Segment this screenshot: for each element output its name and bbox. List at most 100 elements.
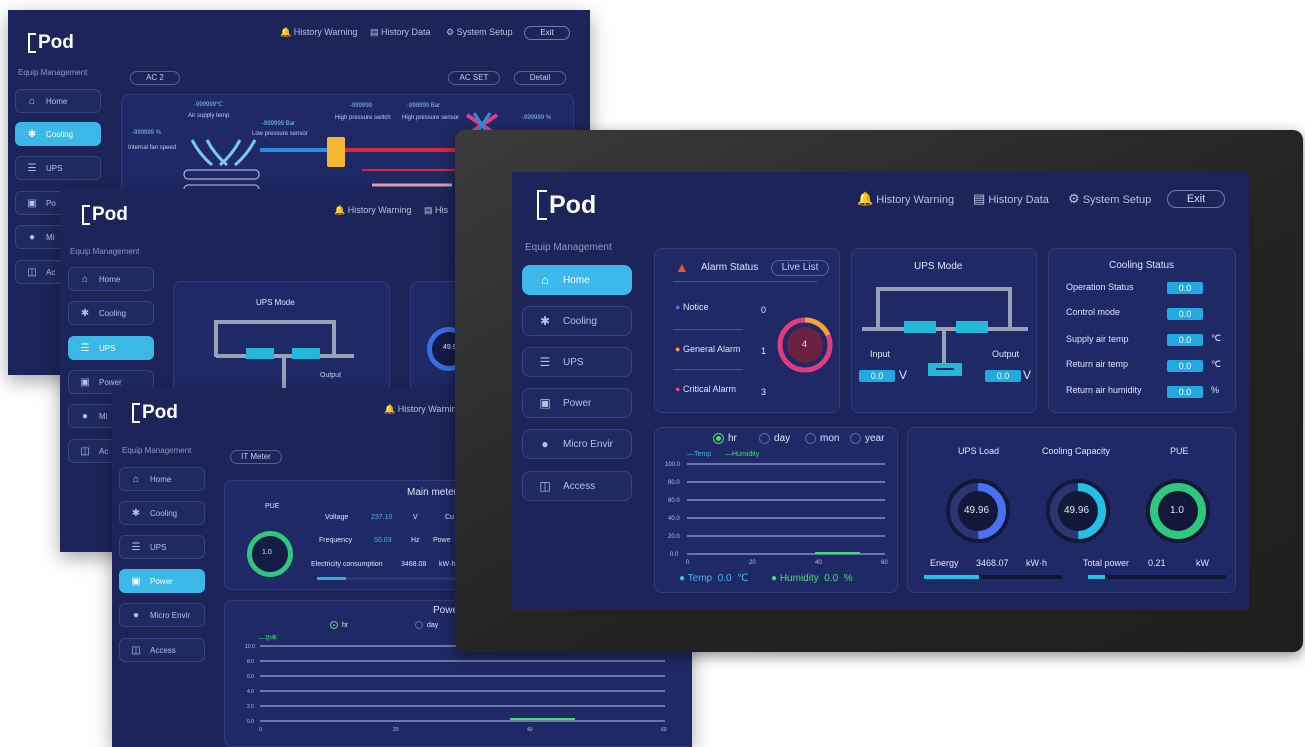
document-icon: ▤: [973, 191, 986, 206]
operation-status-value: 0.0: [1167, 282, 1203, 294]
nav-cooling[interactable]: ✱ Cooling: [522, 306, 632, 336]
equip-management-label: Equip Management: [122, 446, 192, 455]
nav-ups[interactable]: ☰ UPS: [522, 347, 632, 377]
right-sensor-value: -999999 %: [522, 115, 552, 121]
supply-air-temp-label: Supply air temp: [1066, 334, 1129, 344]
air-supply-temp-label: Air supply temp: [188, 113, 230, 119]
power-icon: ▣: [131, 575, 141, 587]
equip-management-label: Equip Management: [18, 68, 88, 77]
divider: [673, 329, 743, 330]
ups-mode-diagram: [214, 320, 354, 392]
detail-button[interactable]: Detail: [514, 71, 566, 85]
tab-ac2[interactable]: AC 2: [130, 71, 180, 85]
trend-panel: hr day mon year —Temp —Humidity 100.0 80…: [654, 427, 898, 593]
nav-home[interactable]: ⌂ Home: [15, 89, 101, 113]
energy-value: 3468.07: [976, 558, 1009, 568]
access-icon: ◫: [131, 644, 141, 656]
ups-output-label: Output: [992, 349, 1020, 359]
power-y-tick: 10.0: [245, 644, 255, 650]
nav-cooling[interactable]: ✱ Cooling: [119, 501, 205, 525]
bell-icon: 🔔: [857, 191, 874, 206]
main-meter-title: Main meter: [407, 487, 458, 498]
total-power-label: Total power: [1083, 558, 1130, 568]
trend-y-tick: 20.0: [668, 534, 680, 540]
ac-set-button[interactable]: AC SET: [448, 71, 500, 85]
ups-output-value: 0.0: [985, 370, 1021, 382]
power-x-tick: 60: [661, 727, 667, 733]
pue-label: PUE: [265, 503, 280, 510]
exit-button[interactable]: Exit: [1167, 190, 1225, 208]
pue-label: PUE: [1170, 446, 1189, 456]
ups-mode-diagram: [862, 287, 1028, 376]
system-setup-button[interactable]: ⚙ System Setup: [1068, 191, 1151, 207]
power-y-tick: 6.0: [247, 674, 254, 680]
power-icon: ▣: [27, 197, 37, 209]
nav-power[interactable]: ▣ Power: [119, 569, 205, 593]
exit-button[interactable]: Exit: [524, 26, 570, 40]
divider: [673, 369, 743, 370]
consumption-label: Electricity consumption: [311, 561, 383, 568]
access-icon: ◫: [27, 266, 37, 278]
history-warning-button[interactable]: 🔔 History Warning: [857, 191, 954, 207]
live-list-button[interactable]: Live List: [771, 260, 829, 276]
ups-input-label: Input: [870, 349, 891, 359]
tab-it-meter[interactable]: IT Meter: [230, 450, 282, 464]
history-warning-button[interactable]: 🔔 History Warning: [334, 205, 411, 216]
nav-cooling[interactable]: ✱ Cooling: [68, 301, 154, 325]
control-mode-value: 0.0: [1167, 308, 1203, 320]
history-warning-button[interactable]: 🔔 History Warning: [384, 404, 461, 415]
nav-ups[interactable]: ☰ UPS: [119, 535, 205, 559]
nav-access[interactable]: ◫ Access: [522, 471, 632, 501]
power-y-tick: 2.0: [247, 704, 254, 710]
history-data-button[interactable]: ▤ History Data: [370, 27, 431, 38]
alarm-status-panel: ▲ Alarm Status Live List ● Notice 0 ● Ge…: [654, 248, 840, 413]
cooling-capacity-value: 49.96: [1064, 505, 1090, 516]
nav-ups[interactable]: ☰ UPS: [68, 336, 154, 360]
app-logo: Pod: [132, 402, 178, 424]
ups-icon: ☰: [131, 541, 141, 553]
cooling-capacity-label: Cooling Capacity: [1042, 446, 1111, 456]
nav-home[interactable]: ⌂ Home: [68, 267, 154, 291]
history-data-button[interactable]: ▤ History Data: [973, 191, 1049, 207]
snowflake-icon: ✱: [539, 314, 551, 328]
nav-home[interactable]: ⌂ Home: [522, 265, 632, 295]
history-data-button[interactable]: ▤ His: [424, 205, 448, 216]
nav-power[interactable]: ▣ Power: [522, 388, 632, 418]
home-icon: ⌂: [132, 473, 140, 485]
app-logo: Pod: [537, 190, 596, 220]
current-label-truncated: Cu: [445, 514, 454, 521]
alarm-status-title: Alarm Status: [701, 262, 759, 273]
app-logo: Pod: [82, 204, 128, 226]
humidity-readout: ● Humidity 0.0 %: [771, 573, 853, 584]
nav-cooling[interactable]: ✱ Cooling: [15, 122, 101, 146]
temp-readout: ● Temp 0.0 ℃: [679, 573, 749, 584]
home-icon: ⌂: [28, 95, 36, 107]
access-icon: ◫: [539, 479, 551, 493]
home-icon: ⌂: [81, 273, 89, 285]
home-screen: Pod Equip Management 🔔 History Warning ▤…: [512, 172, 1249, 610]
trend-y-tick: 0.0: [670, 552, 679, 558]
consumption-unit: kW·h: [439, 561, 456, 568]
trend-y-tick: 40.0: [668, 516, 680, 522]
trend-x-tick: 60: [881, 560, 888, 566]
return-air-temp-value: 0.0: [1167, 360, 1203, 372]
nav-micro-envir[interactable]: ● Micro Envir: [522, 429, 632, 459]
operation-status-label: Operation Status: [1066, 282, 1134, 292]
nav-access[interactable]: ◫ Access: [119, 638, 205, 662]
consumption-value: 3468.08: [401, 561, 427, 568]
nav-micro-envir[interactable]: ● Micro Envir: [119, 603, 205, 627]
drop-icon: ●: [28, 231, 36, 243]
control-mode-label: Control mode: [1066, 307, 1121, 317]
ups-input-unit: V: [899, 368, 908, 382]
frequency-value: 50.03: [374, 537, 392, 544]
return-air-humidity-unit: %: [1211, 385, 1220, 395]
system-setup-button[interactable]: ⚙ System Setup: [446, 27, 513, 38]
total-power-bar: [1088, 575, 1226, 579]
nav-ups[interactable]: ☰ UPS: [15, 156, 101, 180]
fan-speed-value: -999999 %: [132, 130, 162, 136]
snowflake-icon: ✱: [27, 128, 37, 140]
nav-home[interactable]: ⌂ Home: [119, 467, 205, 491]
notice-count: 0: [761, 305, 767, 315]
high-pressure-sensor-label: High pressure sensor: [402, 115, 460, 121]
history-warning-button[interactable]: 🔔 History Warning: [280, 27, 357, 38]
